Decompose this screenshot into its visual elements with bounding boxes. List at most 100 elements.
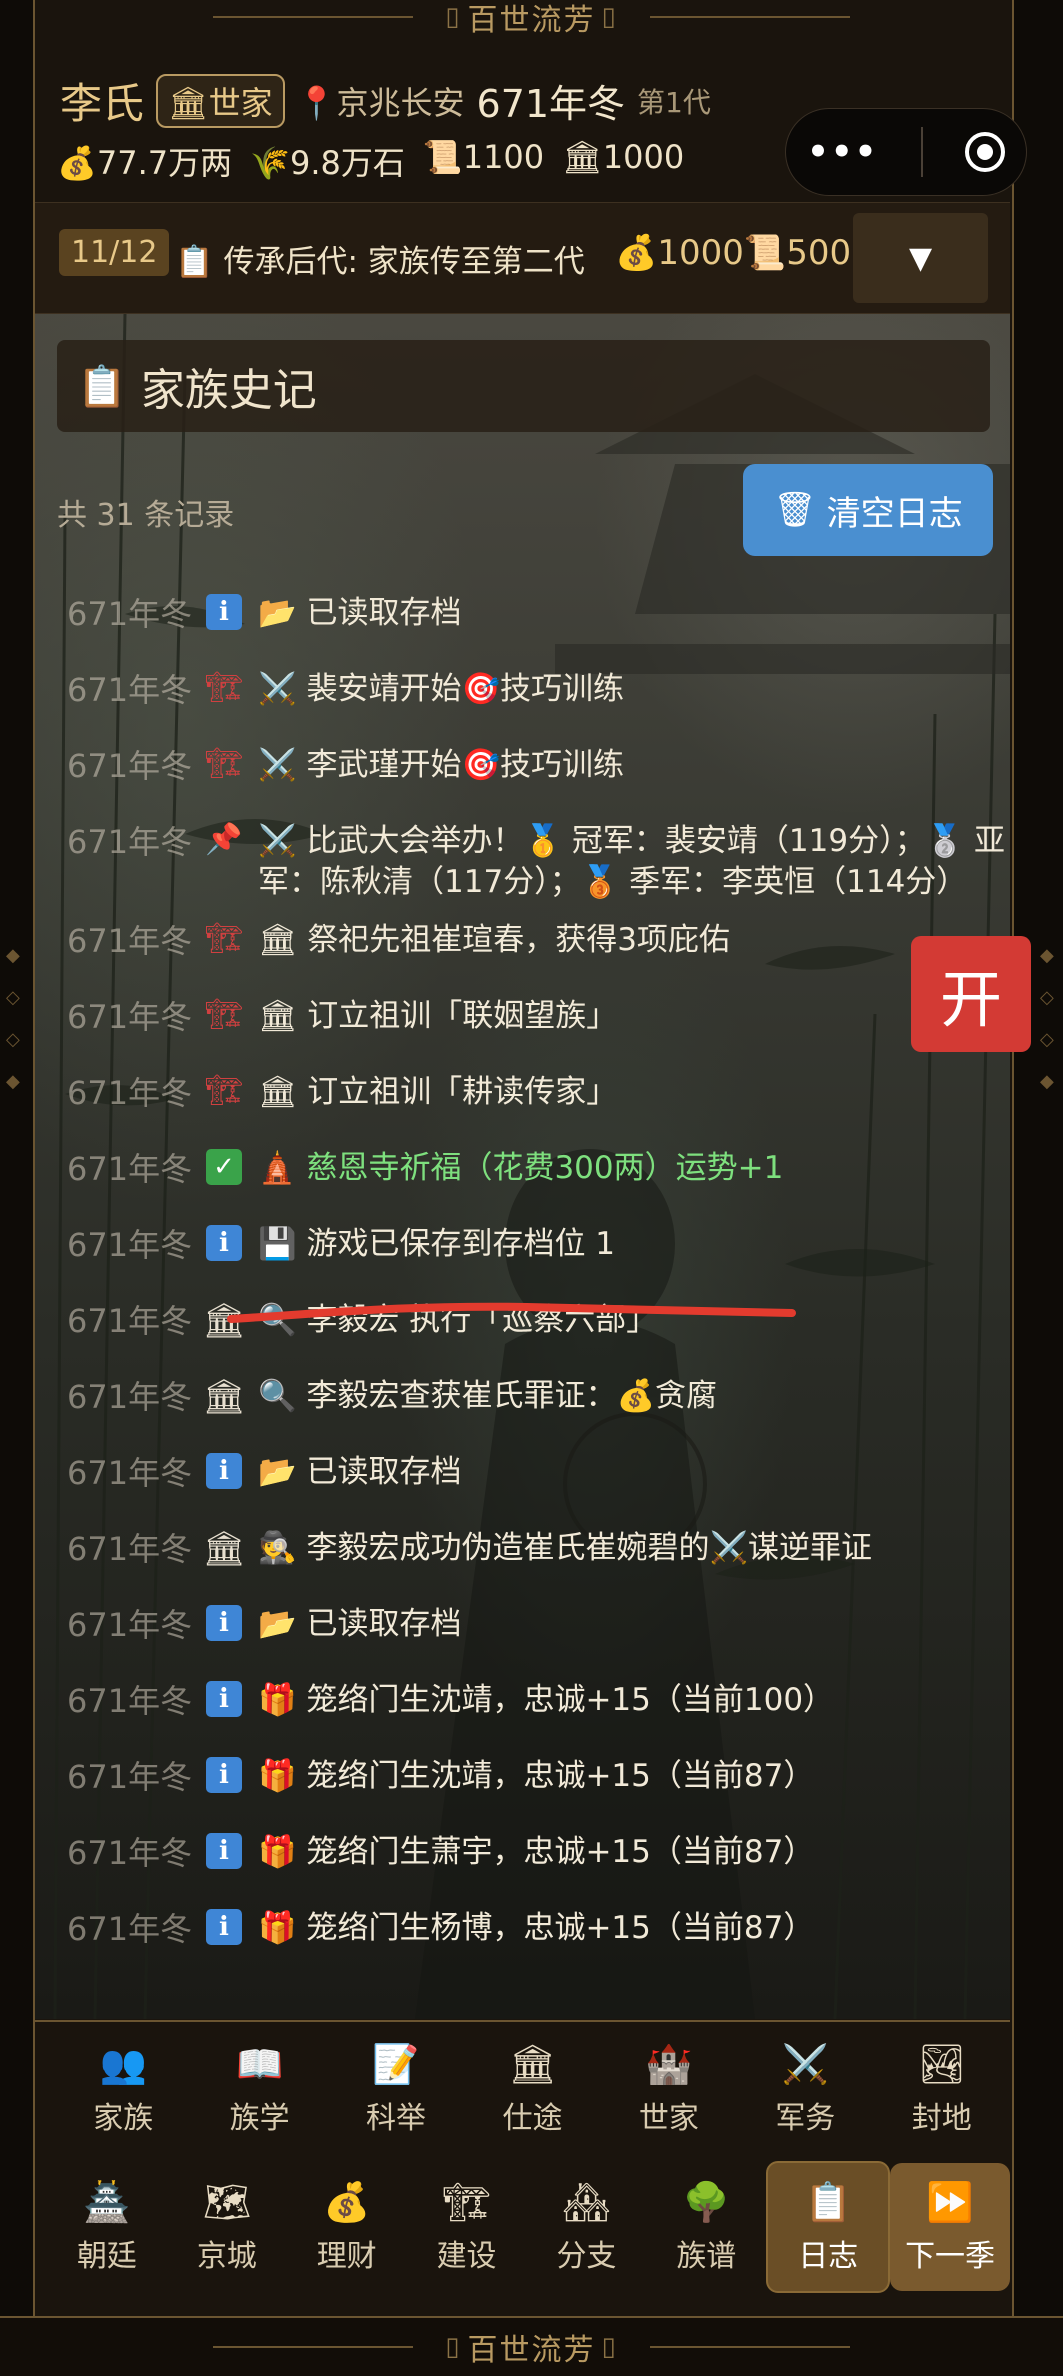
nav-label: 日志 [798, 2238, 859, 2274]
log-time: 671年冬 [67, 1226, 193, 1264]
banner-text: 百世流芳 [467, 2333, 596, 2368]
nav-nav_row2-6[interactable]: 📋 日志 [766, 2161, 891, 2293]
nav-row-primary: 👥 家族 📖 族学 📝 科举 🏛 仕途 🏰 世家 ⚔️ 军务 🏞 封地 [35, 2022, 1010, 2156]
open-float-button[interactable]: 开 [911, 936, 1031, 1052]
bank-icon: 🏛 [202, 1377, 246, 1417]
nav-icon: 🏰 [645, 2041, 693, 2086]
nav-icon: 🏞 [917, 2041, 966, 2086]
pin-icon: 📍 [296, 83, 337, 122]
log-entry: 671年冬 ✓ 🛕 慈恩寺祈福（花费300两）运势+1 [35, 1131, 1010, 1207]
log-time: 671年冬 [67, 1834, 193, 1872]
nav-nav_row2-0[interactable]: 🏯 朝廷 [47, 2180, 167, 2275]
log-time: 671年冬 [67, 823, 193, 861]
nav-label: 军务 [775, 2100, 836, 2136]
nav-icon: 🏘 [562, 2179, 611, 2224]
target-icon[interactable] [964, 132, 1005, 172]
task-bar: 11/12 📋 传承后代: 家族传至第二代 💰1000📜500 ▼ [35, 202, 1010, 314]
clear-log-label: 清空日志 [826, 493, 963, 534]
nav-label: 族谱 [676, 2238, 737, 2274]
nav-nav_row1-1[interactable]: 📖 族学 [191, 2042, 327, 2137]
nav-label: 理财 [316, 2238, 377, 2274]
top-banner: ▯ 百世流芳 ▯ [0, 0, 1063, 44]
log-message: 🏛 祭祀先祖崔瑄春，获得3项庇佑 [258, 922, 730, 958]
bottom-banner: ▯ 百世流芳 ▯ [0, 2316, 1063, 2376]
log-time: 671年冬 [67, 671, 193, 709]
prestige-resource: 🏛1000 [562, 138, 684, 184]
grain-value: 9.8万石 [289, 144, 405, 182]
nav-label: 世家 [638, 2100, 699, 2136]
money-bag-icon: 💰 [57, 144, 97, 182]
log-time: 671年冬 [67, 1530, 193, 1568]
log-entry: 671年冬 🏗 🏛 订立祖训「耕读传家」 [35, 1055, 1010, 1131]
log-time: 671年冬 [67, 1378, 193, 1416]
nav-nav_row2-2[interactable]: 💰 理财 [287, 2180, 407, 2275]
nav-label: 族学 [229, 2100, 290, 2136]
log-message: 🏛 订立祖训「联姻望族」 [258, 998, 618, 1034]
log-entry: 671年冬 i 🎁 笼络门生沈靖，忠诚+15（当前87） [35, 1739, 1010, 1815]
nav-nav_row1-2[interactable]: 📝 科举 [328, 2042, 464, 2137]
log-time: 671年冬 [67, 1302, 193, 1340]
log-entry: 671年冬 🏛 🕵 李毅宏成功伪造崔氏崔婉碧的⚔️谋逆罪证 [35, 1511, 1010, 1587]
scroll-value: 1100 [462, 138, 545, 176]
log-time: 671年冬 [67, 1910, 193, 1948]
info-icon: i [202, 1207, 246, 1261]
nav-icon: 🏯 [83, 2179, 131, 2224]
bottom-navigation: 👥 家族 📖 族学 📝 科举 🏛 仕途 🏰 世家 ⚔️ 军务 🏞 封地 🏯 朝廷 🗺 京城 💰 理财 🏗 建设 🏘 分支 🌳 族… [35, 2020, 1010, 2318]
watchtower-icon: 🏗 [204, 670, 244, 705]
nav-nav_row2-1[interactable]: 🗺 京城 [167, 2180, 287, 2275]
resource-bar: 💰77.7万两 🌾9.8万石 📜1100 🏛1000 [57, 138, 684, 184]
pushpin-icon: 📌 [205, 822, 243, 857]
clear-log-button[interactable]: 🗑 清空日志 [743, 464, 993, 556]
nav-nav_row2-5[interactable]: 🌳 族谱 [646, 2180, 766, 2275]
nav-nav_row1-4[interactable]: 🏰 世家 [601, 2042, 737, 2137]
banner-text: 百世流芳 [467, 3, 596, 38]
check-icon: ✓ [202, 1131, 246, 1185]
watchtower-icon: 🏗 [204, 1073, 244, 1108]
year-season: 671年冬 [476, 82, 626, 126]
nav-nav_row1-6[interactable]: 🏞 封地 [874, 2042, 1010, 2137]
log-message: 🎁 笼络门生杨博，忠诚+15（当前87） [258, 1910, 815, 1946]
log-message: 🛕 慈恩寺祈福（花费300两）运势+1 [258, 1150, 784, 1186]
nav-nav_row2-4[interactable]: 🏘 分支 [527, 2180, 647, 2275]
family-name: 李氏 [60, 79, 145, 128]
log-time: 671年冬 [67, 922, 193, 960]
log-message: ⚔️ 李武瑾开始🎯技巧训练 [258, 747, 625, 783]
info-icon: i [202, 1587, 246, 1641]
red-underline-annotation [227, 1302, 796, 1323]
log-time: 671年冬 [67, 1150, 193, 1188]
record-count: 共 31 条记录 [57, 498, 235, 533]
prestige-value: 1000 [602, 138, 685, 176]
more-dots-icon[interactable]: ••• [807, 132, 878, 172]
log-time: 671年冬 [67, 998, 193, 1036]
task-toggle-button[interactable]: ▼ [853, 213, 988, 303]
nav-icon: ⏩ [926, 2179, 974, 2224]
nav-label: 京城 [196, 2238, 257, 2274]
nav-label: 下一季 [905, 2238, 996, 2274]
log-entry: 671年冬 🏗 ⚔️ 李武瑾开始🎯技巧训练 [35, 728, 1010, 804]
info-icon: i [202, 1435, 246, 1489]
nav-icon: 📖 [235, 2041, 284, 2086]
money-resource: 💰77.7万两 [57, 138, 232, 184]
nav-nav_row1-3[interactable]: 🏛 仕途 [464, 2042, 600, 2137]
grain-resource: 🌾9.8万石 [250, 138, 405, 184]
info-icon: i [202, 1739, 246, 1793]
rank-badge[interactable]: 🏛世家 [156, 73, 285, 128]
nav-label: 分支 [556, 2238, 617, 2274]
log-entry: 671年冬 i 🎁 笼络门生杨博，忠诚+15（当前87） [35, 1891, 1010, 1967]
log-message: 🔍 李毅宏查获崔氏罪证：💰贪腐 [258, 1378, 718, 1414]
nav-icon: 🗺 [202, 2179, 251, 2224]
log-time: 671年冬 [67, 1074, 193, 1112]
log-message: 📂 已读取存档 [258, 595, 462, 631]
nav-nav_row2-7[interactable]: ⏩ 下一季 [890, 2163, 1010, 2291]
nav-nav_row1-0[interactable]: 👥 家族 [55, 2042, 191, 2137]
log-entry: 671年冬 i 📂 已读取存档 [35, 576, 1010, 652]
log-entry: 671年冬 🏛 🔍 李毅宏查获崔氏罪证：💰贪腐 [35, 1359, 1010, 1435]
nav-nav_row2-3[interactable]: 🏗 建设 [407, 2180, 527, 2275]
log-message: 🕵 李毅宏成功伪造崔氏崔婉碧的⚔️谋逆罪证 [258, 1530, 873, 1566]
log-entry: 671年冬 i 🎁 笼络门生沈靖，忠诚+15（当前100） [35, 1663, 1010, 1739]
section-title-label: 家族史记 [140, 365, 317, 416]
nav-icon: 🌳 [682, 2179, 730, 2224]
trash-icon: 🗑 [773, 490, 817, 530]
nav-nav_row1-5[interactable]: ⚔️ 军务 [737, 2042, 873, 2137]
log-time: 671年冬 [67, 747, 193, 785]
